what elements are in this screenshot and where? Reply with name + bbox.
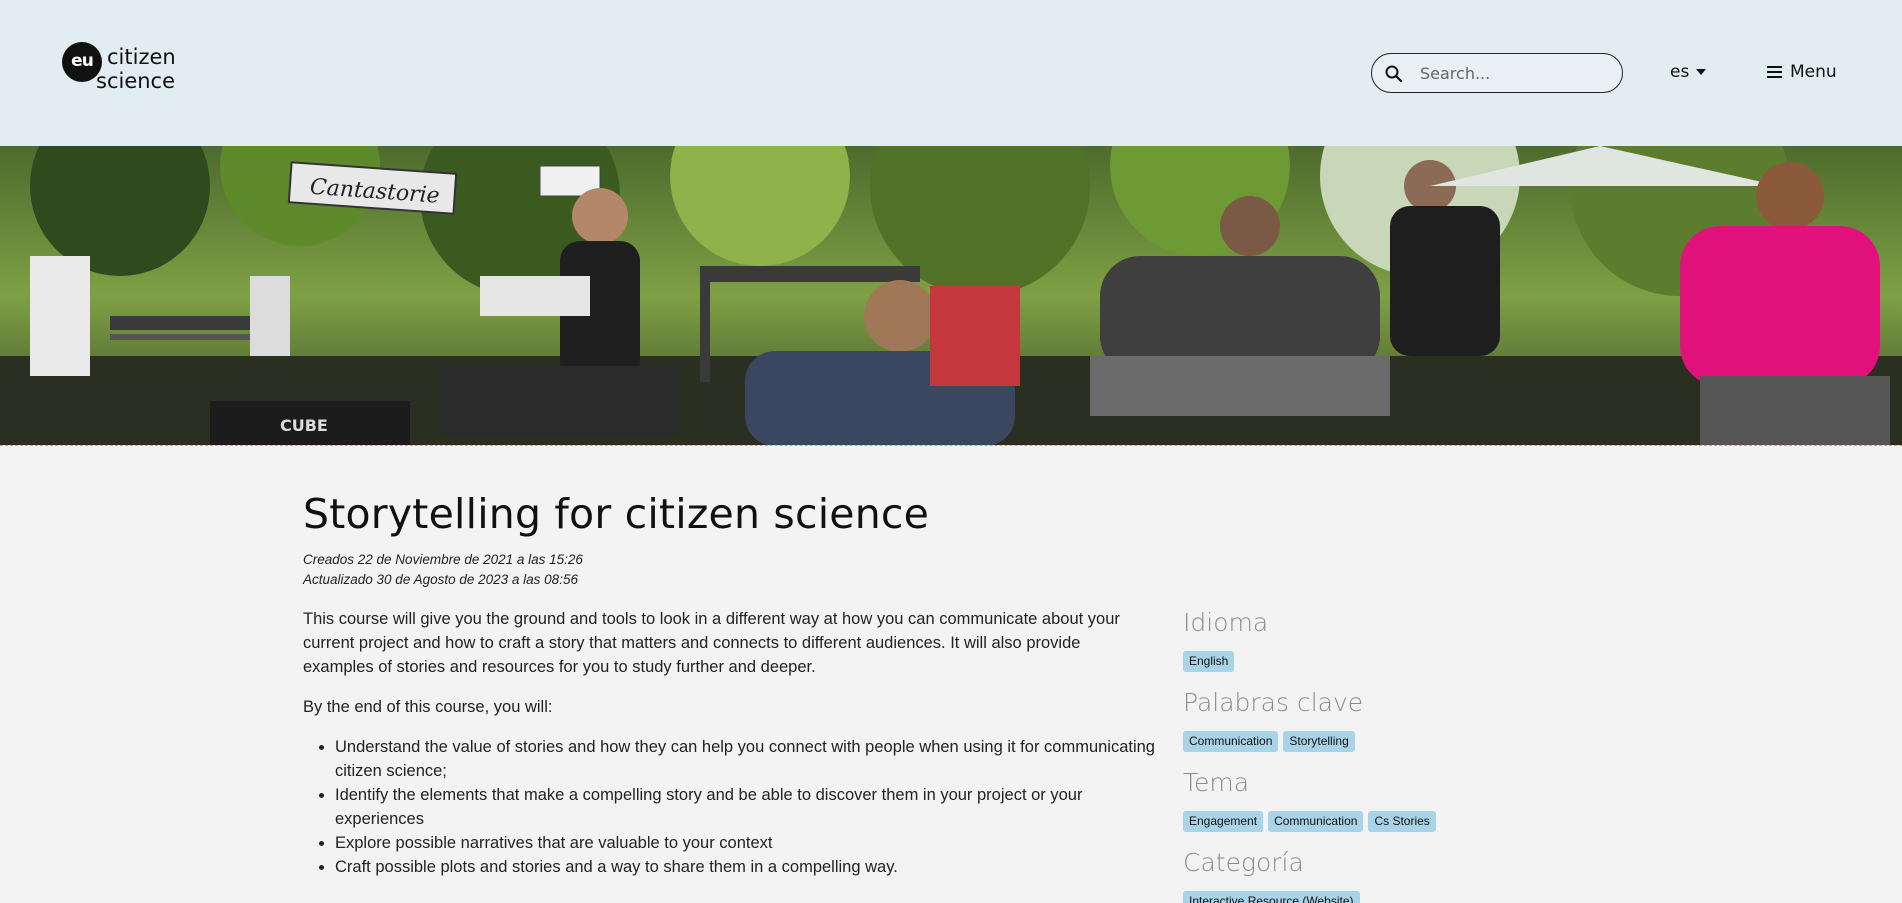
tema-heading: Tema [1183,768,1250,797]
hamburger-icon [1767,66,1782,78]
list-item: Identify the elements that make a compel… [335,783,1165,831]
hero-image: Cantastorie CUBE [0,146,1902,446]
search-icon[interactable] [1384,64,1404,84]
tag-communication[interactable]: Communication [1183,731,1279,752]
list-item: Understand the value of stories and how … [335,735,1165,783]
language-label: es [1670,62,1690,82]
tema-tags: Engagement Communication Cs Stories [1183,811,1436,832]
tag-storytelling[interactable]: Storytelling [1283,731,1355,752]
caret-down-icon [1696,69,1707,75]
outcomes-list: Understand the value of stories and how … [335,735,1165,879]
site-header: eu citizen science es Menu [0,0,1902,146]
categoria-tags: Interactive Resource (Website) [1183,891,1360,903]
menu-button[interactable]: Menu [1767,60,1837,84]
keywords-tags: Communication Storytelling [1183,731,1355,752]
search-box[interactable] [1371,53,1623,93]
intro-paragraph: This course will give you the ground and… [303,610,1120,676]
tag-communication[interactable]: Communication [1268,811,1364,832]
updated-date: Actualizado 30 de Agosto de 2023 a las 0… [303,572,578,587]
list-item: Craft possible plots and stories and a w… [335,855,1165,879]
tag-english[interactable]: English [1183,651,1235,672]
site-logo[interactable]: eu citizen science [62,42,192,98]
keywords-heading: Palabras clave [1183,688,1364,717]
logo-text-science: science [96,69,176,93]
tag-interactive-resource[interactable]: Interactive Resource (Website) [1183,891,1360,903]
tag-engagement[interactable]: Engagement [1183,811,1264,832]
list-item: Explore possible narratives that are val… [335,831,1165,855]
created-date: Creados 22 de Noviembre de 2021 a las 15… [303,552,583,567]
idioma-tags: English [1183,651,1235,672]
menu-label: Menu [1790,62,1837,82]
idioma-heading: Idioma [1183,608,1269,637]
page-title: Storytelling for citizen science [303,490,930,538]
language-selector[interactable]: es [1670,60,1707,84]
categoria-heading: Categoría [1183,848,1304,877]
search-input[interactable] [1420,61,1610,85]
outcomes-intro: By the end of this course, you will: [303,698,553,716]
tag-cs-stories[interactable]: Cs Stories [1368,811,1436,832]
hero-amp-label: CUBE [280,416,328,435]
logo-text-citizen: citizen [107,45,176,69]
